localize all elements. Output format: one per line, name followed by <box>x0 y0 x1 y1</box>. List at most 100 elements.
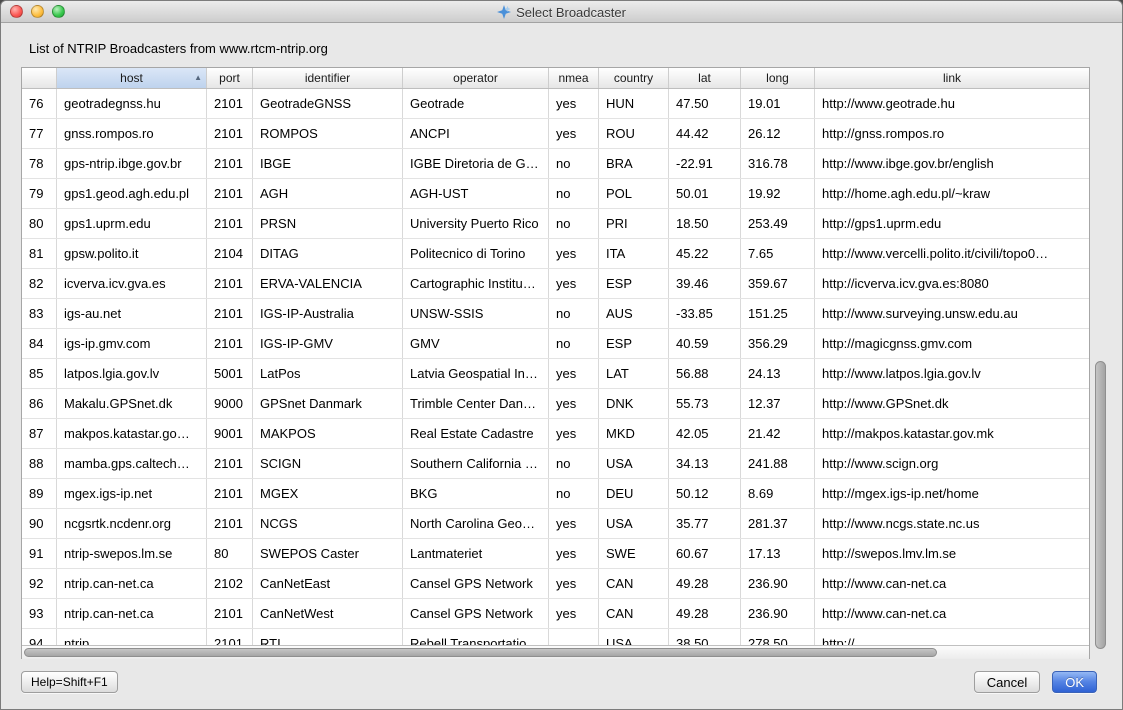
column-header-host[interactable]: host▲ <box>57 68 207 88</box>
cell-operator: GMV <box>403 329 549 358</box>
cell-port: 2101 <box>207 89 253 118</box>
cell-country: DNK <box>599 389 669 418</box>
cell-lat: 40.59 <box>669 329 741 358</box>
table-row[interactable]: 91ntrip-swepos.lm.se80SWEPOS CasterLantm… <box>22 539 1089 569</box>
cell-host: ncgsrtk.ncdenr.org <box>57 509 207 538</box>
cell-country: DEU <box>599 479 669 508</box>
cell-operator: Southern California … <box>403 449 549 478</box>
cell-port: 2101 <box>207 479 253 508</box>
cell-country: ROU <box>599 119 669 148</box>
cell-host: gps-ntrip.ibge.gov.br <box>57 149 207 178</box>
table-row[interactable]: 81gpsw.polito.it2104DITAGPolitecnico di … <box>22 239 1089 269</box>
cell-num: 87 <box>22 419 57 448</box>
table-row[interactable]: 84igs-ip.gmv.com2101IGS-IP-GMVGMVnoESP40… <box>22 329 1089 359</box>
cell-nmea: yes <box>549 359 599 388</box>
cell-operator: Politecnico di Torino <box>403 239 549 268</box>
window-title: Select Broadcaster <box>516 5 626 20</box>
vertical-scrollbar[interactable] <box>1095 361 1106 649</box>
cell-identifier: SCIGN <box>253 449 403 478</box>
cell-nmea: yes <box>549 569 599 598</box>
table-row[interactable]: 89mgex.igs-ip.net2101MGEXBKGnoDEU50.128.… <box>22 479 1089 509</box>
cell-long: 19.92 <box>741 179 815 208</box>
cell-num: 83 <box>22 299 57 328</box>
table-row[interactable]: 78gps-ntrip.ibge.gov.br2101IBGEIGBE Dire… <box>22 149 1089 179</box>
help-button[interactable]: Help=Shift+F1 <box>21 671 118 693</box>
horizontal-scrollbar[interactable] <box>22 645 1089 659</box>
column-header-link[interactable]: link <box>815 68 1089 88</box>
ok-button[interactable]: OK <box>1052 671 1097 693</box>
cell-identifier: LatPos <box>253 359 403 388</box>
table-row[interactable]: 86Makalu.GPSnet.dk9000GPSnet DanmarkTrim… <box>22 389 1089 419</box>
sort-ascending-icon: ▲ <box>194 73 202 82</box>
cell-port: 5001 <box>207 359 253 388</box>
column-header-nmea[interactable]: nmea <box>549 68 599 88</box>
cell-nmea: yes <box>549 119 599 148</box>
cell-long: 316.78 <box>741 149 815 178</box>
cell-lat: 49.28 <box>669 599 741 628</box>
cell-host: geotradegnss.hu <box>57 89 207 118</box>
column-header-long[interactable]: long <box>741 68 815 88</box>
cancel-button[interactable]: Cancel <box>974 671 1040 693</box>
table-row[interactable]: 83igs-au.net2101IGS-IP-AustraliaUNSW-SSI… <box>22 299 1089 329</box>
cell-nmea: no <box>549 329 599 358</box>
table-row[interactable]: 92ntrip.can-net.ca2102CanNetEastCansel G… <box>22 569 1089 599</box>
cell-long: 7.65 <box>741 239 815 268</box>
cell-port: 2101 <box>207 119 253 148</box>
footer: Help=Shift+F1 Cancel OK <box>21 669 1097 695</box>
table-row[interactable]: 87makpos.katastar.go…9001MAKPOSReal Esta… <box>22 419 1089 449</box>
cell-port: 2101 <box>207 329 253 358</box>
table-row[interactable]: 77gnss.rompos.ro2101ROMPOSANCPIyesROU44.… <box>22 119 1089 149</box>
table-row[interactable]: 93ntrip.can-net.ca2101CanNetWestCansel G… <box>22 599 1089 629</box>
cell-long: 151.25 <box>741 299 815 328</box>
cell-link: http://www.scign.org <box>815 449 1089 478</box>
cell-long: 8.69 <box>741 479 815 508</box>
zoom-button[interactable] <box>52 5 65 18</box>
table-row[interactable]: 76geotradegnss.hu2101GeotradeGNSSGeotrad… <box>22 89 1089 119</box>
table-row[interactable]: 79gps1.geod.agh.edu.pl2101AGHAGH-USTnoPO… <box>22 179 1089 209</box>
cell-long: 26.12 <box>741 119 815 148</box>
cell-nmea: no <box>549 449 599 478</box>
cell-identifier: IGS-IP-GMV <box>253 329 403 358</box>
column-header-country[interactable]: country <box>599 68 669 88</box>
table-row[interactable]: 94ntrip…2101RTI…Rebell Transportatio…USA… <box>22 629 1089 645</box>
cell-identifier: GPSnet Danmark <box>253 389 403 418</box>
horizontal-scrollbar-thumb[interactable] <box>24 648 937 657</box>
cell-operator: Cansel GPS Network <box>403 569 549 598</box>
cell-nmea: no <box>549 299 599 328</box>
cell-lat: 18.50 <box>669 209 741 238</box>
cell-nmea: no <box>549 479 599 508</box>
table-row[interactable]: 82icverva.icv.gva.es2101ERVA-VALENCIACar… <box>22 269 1089 299</box>
table-row[interactable]: 80gps1.uprm.edu2101PRSNUniversity Puerto… <box>22 209 1089 239</box>
minimize-button[interactable] <box>31 5 44 18</box>
cell-country: ITA <box>599 239 669 268</box>
cell-link: http://www.surveying.unsw.edu.au <box>815 299 1089 328</box>
close-button[interactable] <box>10 5 23 18</box>
cell-host: makpos.katastar.go… <box>57 419 207 448</box>
cell-operator: Lantmateriet <box>403 539 549 568</box>
table-row[interactable]: 88mamba.gps.caltech…2101SCIGNSouthern Ca… <box>22 449 1089 479</box>
list-heading: List of NTRIP Broadcasters from www.rtcm… <box>29 41 328 56</box>
cell-num: 78 <box>22 149 57 178</box>
cell-operator: Trimble Center Dan… <box>403 389 549 418</box>
column-header-identifier[interactable]: identifier <box>253 68 403 88</box>
cell-long: 236.90 <box>741 599 815 628</box>
cell-lat: -22.91 <box>669 149 741 178</box>
cell-country: MKD <box>599 419 669 448</box>
table-row[interactable]: 85latpos.lgia.gov.lv5001LatPosLatvia Geo… <box>22 359 1089 389</box>
column-label: long <box>766 71 789 85</box>
cell-host: mamba.gps.caltech… <box>57 449 207 478</box>
column-header-num[interactable] <box>22 68 57 88</box>
cell-port: 2101 <box>207 629 253 645</box>
cell-nmea: yes <box>549 539 599 568</box>
cell-country: ESP <box>599 329 669 358</box>
cell-long: 253.49 <box>741 209 815 238</box>
table-row[interactable]: 90ncgsrtk.ncdenr.org2101NCGSNorth Caroli… <box>22 509 1089 539</box>
cell-link: http://mgex.igs-ip.net/home <box>815 479 1089 508</box>
cell-identifier: SWEPOS Caster <box>253 539 403 568</box>
column-header-operator[interactable]: operator <box>403 68 549 88</box>
cell-link: http://www.geotrade.hu <box>815 89 1089 118</box>
column-header-lat[interactable]: lat <box>669 68 741 88</box>
broadcaster-icon <box>497 5 511 19</box>
column-header-port[interactable]: port <box>207 68 253 88</box>
cell-country: SWE <box>599 539 669 568</box>
